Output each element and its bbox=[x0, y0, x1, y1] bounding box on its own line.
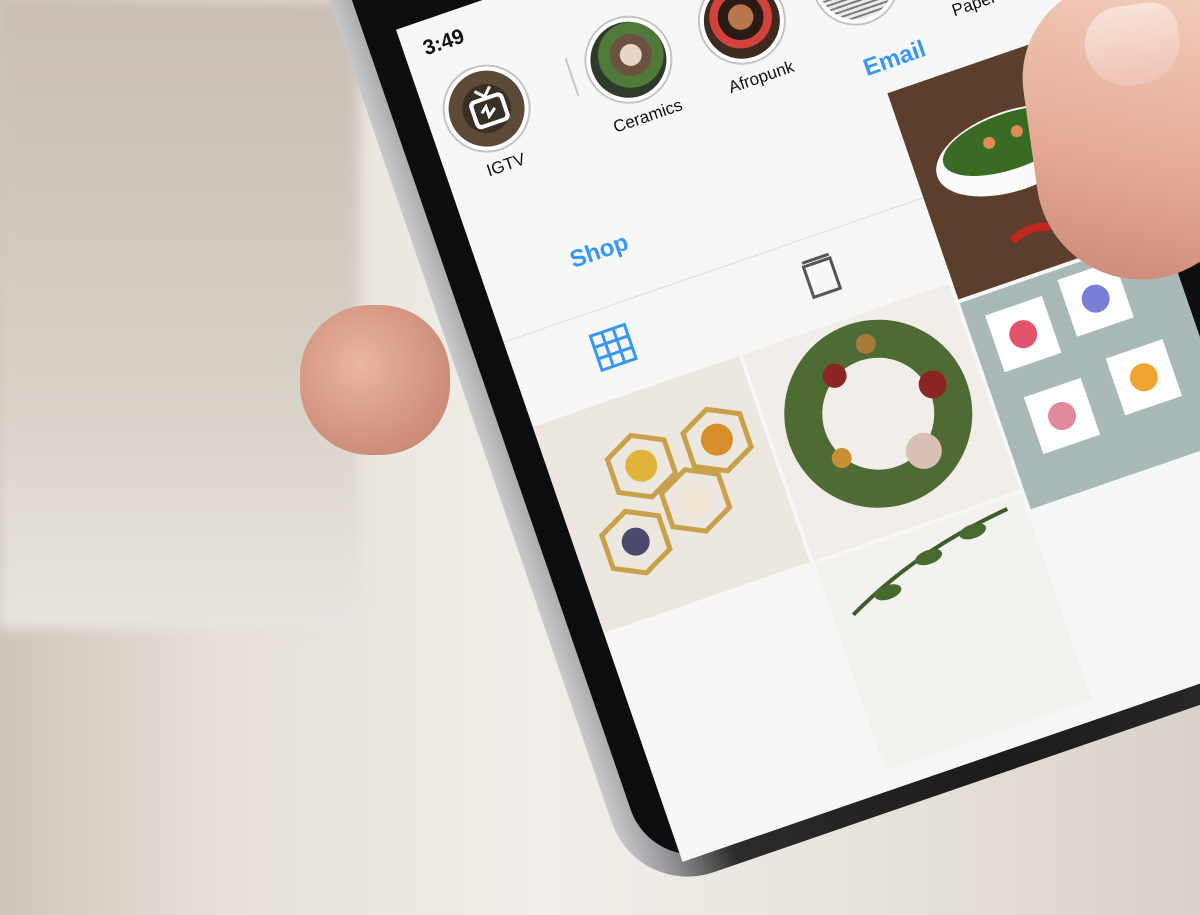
highlight-ring bbox=[799, 0, 912, 38]
highlight-photo bbox=[580, 11, 677, 109]
shop-button[interactable]: Shop bbox=[566, 229, 632, 275]
highlight-photo bbox=[807, 0, 904, 30]
highlight-text-post[interactable] bbox=[794, 0, 919, 45]
background-blur bbox=[0, 0, 360, 628]
highlight-paper-dol[interactable]: Paper Dol bbox=[907, 0, 1039, 25]
status-time: 3:49 bbox=[420, 24, 468, 61]
igtv-tab-icon[interactable] bbox=[793, 248, 849, 304]
igtv-icon bbox=[438, 60, 535, 157]
highlight-ceramics[interactable]: Ceramics bbox=[567, 2, 699, 142]
highlight-label: Paper Dol bbox=[938, 0, 1039, 25]
grid-icon[interactable] bbox=[585, 319, 641, 375]
highlight-igtv[interactable]: IGTV bbox=[425, 51, 557, 191]
highlight-afropunk[interactable]: Afropunk bbox=[680, 0, 812, 103]
highlight-photo bbox=[693, 0, 791, 69]
